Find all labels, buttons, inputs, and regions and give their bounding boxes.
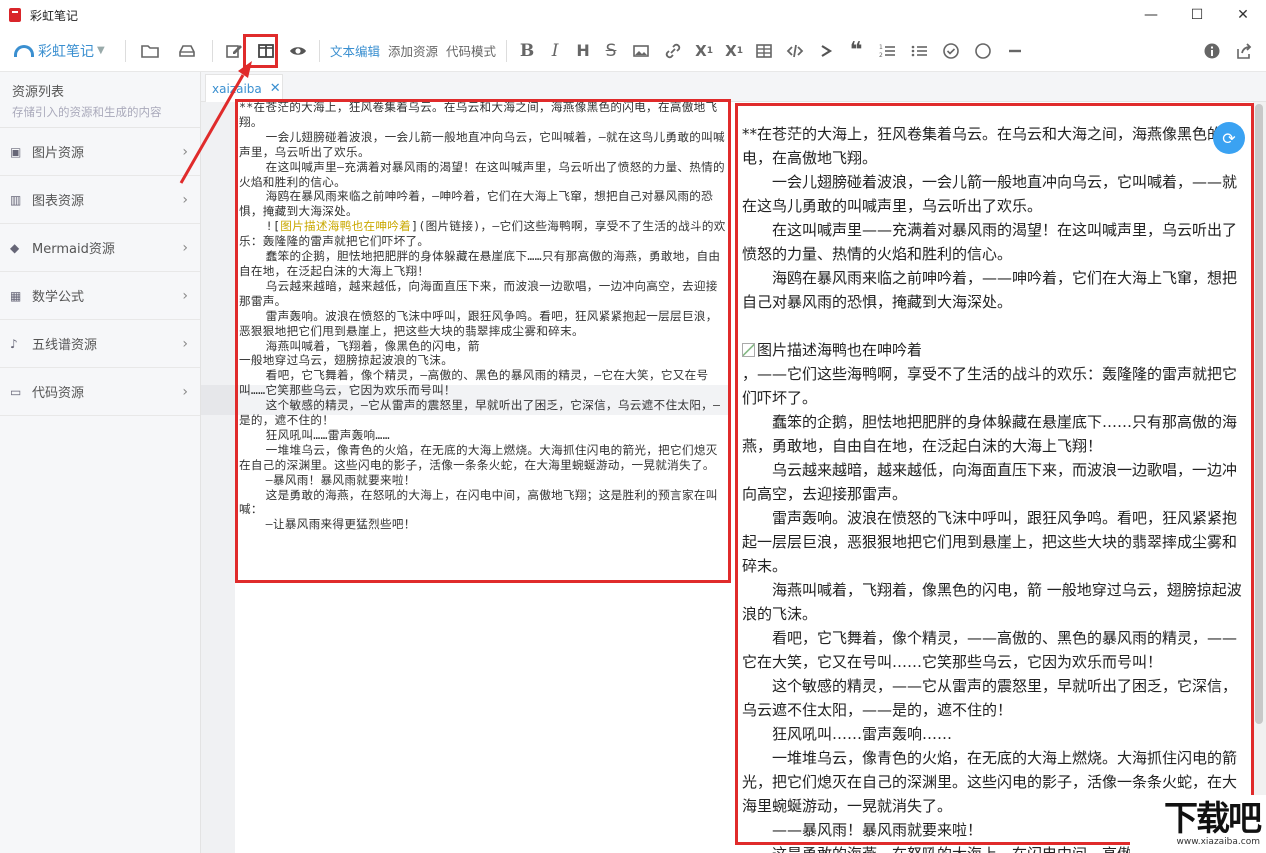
sidebar-item-label: 五线谱资源 xyxy=(32,334,97,353)
subscript-icon[interactable]: X1 xyxy=(719,30,749,72)
svg-text:1: 1 xyxy=(879,44,883,51)
toolbar: 彩虹笔记 ▼ 文本编辑 添加资源 代码模式 B I H S X1 X1 ❝ 12 xyxy=(0,30,1266,72)
sidebar-item-label: Mermaid资源 xyxy=(32,238,115,257)
image-icon: ▣ xyxy=(10,145,26,159)
chevron-right-icon: › xyxy=(182,144,188,160)
sidebar-item-music[interactable]: ♪ 五线谱资源 › xyxy=(0,320,200,368)
chevron-right-icon: › xyxy=(182,336,188,352)
code-mode[interactable]: 代码模式 xyxy=(446,41,496,60)
bar-chart-icon: ▥ xyxy=(10,193,26,207)
chevron-right-icon: › xyxy=(182,288,188,304)
line-gutter xyxy=(201,102,235,853)
music-icon: ♪ xyxy=(10,337,26,351)
bold-icon[interactable]: B xyxy=(513,30,541,72)
rainbow-logo-icon xyxy=(14,45,34,57)
unordered-list-icon[interactable] xyxy=(903,30,935,72)
task-list-icon[interactable] xyxy=(935,30,967,72)
ordered-list-icon[interactable]: 12 xyxy=(871,30,903,72)
editor-highlight-box xyxy=(235,99,731,583)
info-icon[interactable] xyxy=(1196,30,1228,72)
close-icon[interactable]: ✕ xyxy=(270,81,281,96)
sidebar-item-code[interactable]: ▭ 代码资源 › xyxy=(0,368,200,416)
folder-open-icon[interactable] xyxy=(132,30,168,72)
sidebar-header: 资源列表 存储引入的资源和生成的内容 xyxy=(0,72,200,128)
add-resource-mode[interactable]: 添加资源 xyxy=(388,41,438,60)
watermark-logo: 下载吧 www.xiazaiba.com xyxy=(1130,795,1266,853)
blockquote-icon[interactable]: ❝ xyxy=(841,30,871,72)
chevron-right-icon: › xyxy=(182,384,188,400)
tab-label: xaizaiba xyxy=(212,82,262,96)
preview-eye-icon[interactable] xyxy=(283,30,313,72)
split-view-highlight xyxy=(243,34,278,68)
heading-icon[interactable]: H xyxy=(569,30,597,72)
share-icon[interactable] xyxy=(1228,30,1260,72)
maximize-button[interactable]: ☐ xyxy=(1174,0,1220,30)
sidebar-title: 资源列表 xyxy=(12,81,200,100)
sidebar-item-label: 图片资源 xyxy=(32,142,84,161)
chevron-right-icon: › xyxy=(182,240,188,256)
sidebar-item-label: 图表资源 xyxy=(32,190,84,209)
hr-icon[interactable] xyxy=(999,30,1031,72)
tab-document[interactable]: xaizaiba ✕ xyxy=(205,74,283,102)
image-icon[interactable] xyxy=(625,30,657,72)
sidebar-subtitle: 存储引入的资源和生成的内容 xyxy=(12,104,200,120)
svg-text:2: 2 xyxy=(879,52,883,59)
superscript-icon[interactable]: X1 xyxy=(689,30,719,72)
sidebar-item-charts[interactable]: ▥ 图表资源 › xyxy=(0,176,200,224)
sidebar-item-math[interactable]: ▦ 数学公式 › xyxy=(0,272,200,320)
sidebar-item-images[interactable]: ▣ 图片资源 › xyxy=(0,128,200,176)
drive-icon[interactable] xyxy=(168,30,206,72)
code-icon[interactable] xyxy=(779,30,811,72)
quote-arrow-icon[interactable] xyxy=(811,30,841,72)
calculator-icon: ▦ xyxy=(10,289,26,303)
chevron-right-icon: › xyxy=(182,192,188,208)
minimize-button[interactable]: — xyxy=(1128,0,1174,30)
app-logo-icon xyxy=(9,8,21,22)
sidebar-item-mermaid[interactable]: ◆ Mermaid资源 › xyxy=(0,224,200,272)
table-icon[interactable] xyxy=(749,30,779,72)
title-bar: 彩虹笔记 — ☐ ✕ xyxy=(0,0,1266,30)
app-title: 彩虹笔记 xyxy=(30,7,78,24)
sidebar-item-label: 代码资源 xyxy=(32,382,84,401)
resource-sidebar: 资源列表 存储引入的资源和生成的内容 ▣ 图片资源 › ▥ 图表资源 › ◆ M… xyxy=(0,72,201,853)
mermaid-icon: ◆ xyxy=(10,241,26,255)
tab-bar: xaizaiba ✕ xyxy=(201,72,1266,102)
italic-icon[interactable]: I xyxy=(541,30,569,72)
sidebar-item-label: 数学公式 xyxy=(32,286,84,305)
circle-icon[interactable] xyxy=(967,30,999,72)
strikethrough-icon[interactable]: S xyxy=(597,30,625,72)
link-icon[interactable] xyxy=(657,30,689,72)
text-edit-mode[interactable]: 文本编辑 xyxy=(330,41,380,60)
close-button[interactable]: ✕ xyxy=(1220,0,1266,30)
chevron-down-icon: ▼ xyxy=(97,45,105,56)
preview-highlight-box xyxy=(735,103,1254,845)
brand-label: 彩虹笔记 xyxy=(38,41,94,61)
code-monitor-icon: ▭ xyxy=(10,385,26,399)
preview-scrollbar[interactable] xyxy=(1253,102,1266,853)
brand-menu[interactable]: 彩虹笔记 ▼ xyxy=(14,41,119,61)
